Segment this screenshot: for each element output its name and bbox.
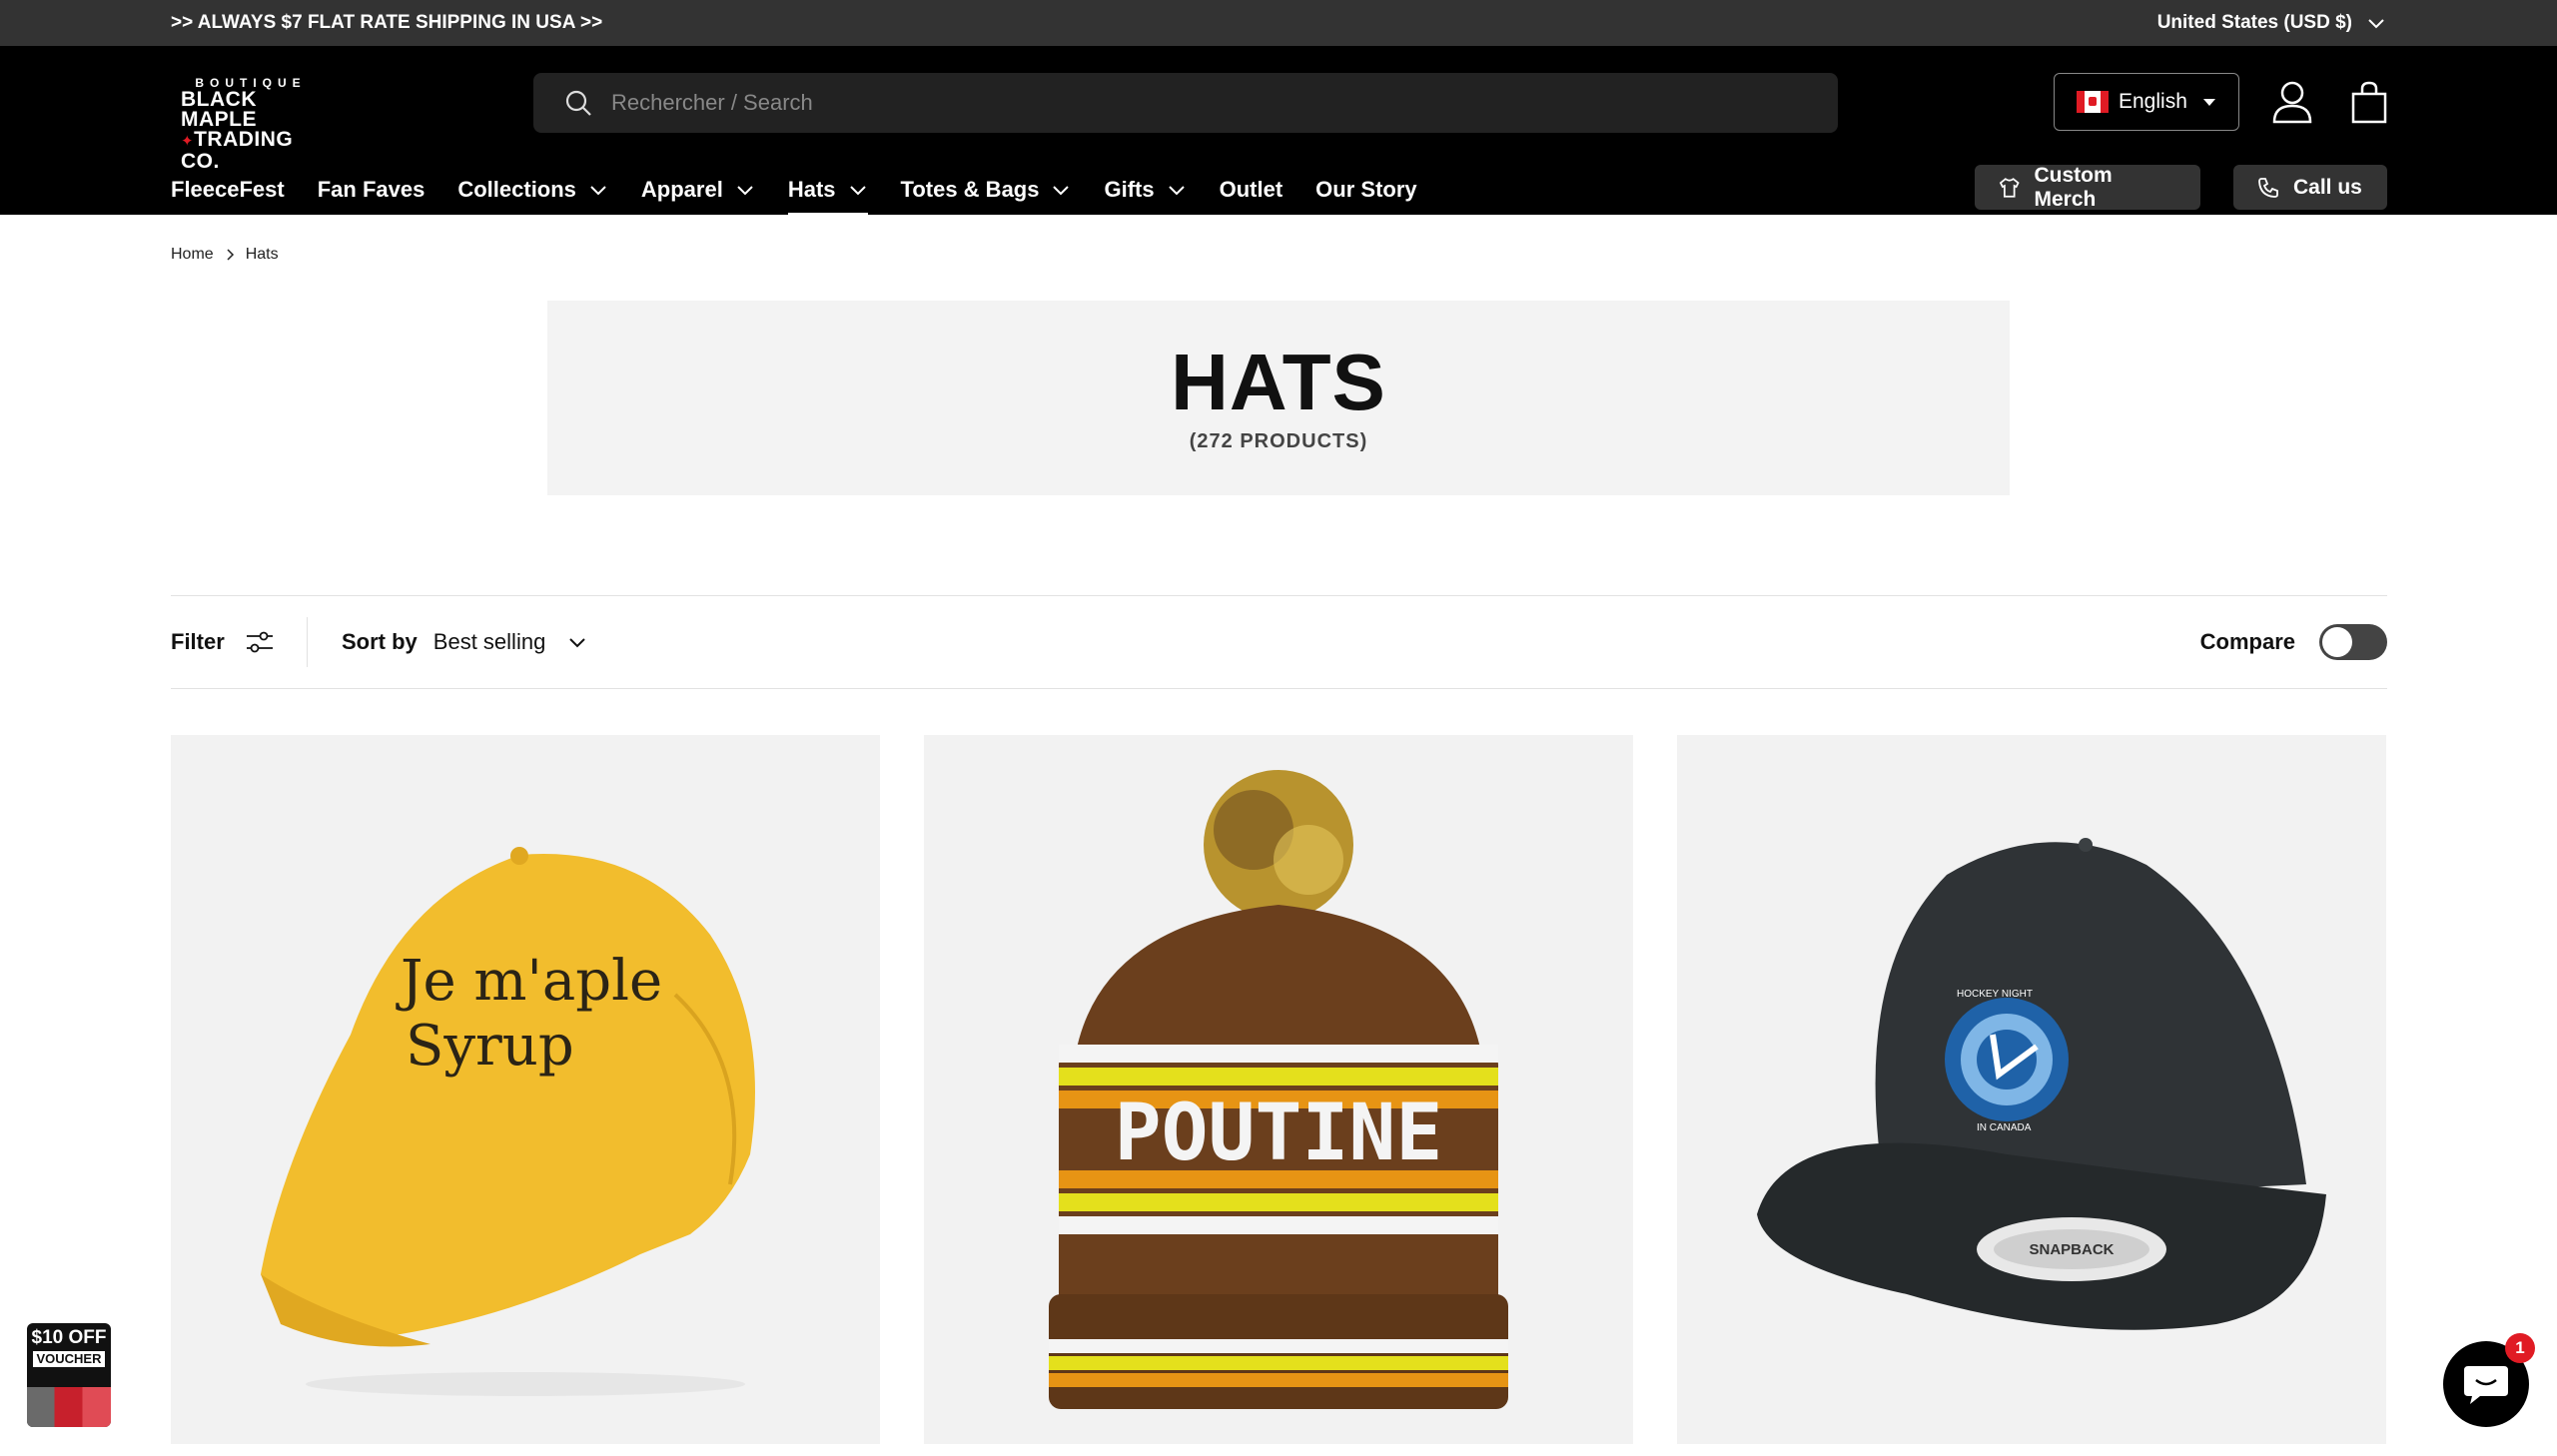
language-label: English [2119, 90, 2187, 113]
chevron-down-icon [2368, 19, 2384, 29]
chevron-down-icon [737, 186, 753, 196]
nav-label: Hats [787, 177, 836, 202]
nav-item-totes-bags[interactable]: Totes & Bags [901, 172, 1072, 208]
nav-item-gifts[interactable]: Gifts [1104, 172, 1186, 208]
compare-label: Compare [2199, 629, 2295, 654]
breadcrumb: Home Hats [171, 246, 279, 264]
store-logo[interactable]: BOUTIQUE BLACK MAPLE ✦TRADING CO. [181, 76, 331, 172]
compare-control: Compare [2200, 624, 2387, 660]
custom-merch-label: Custom Merch [2034, 163, 2113, 211]
canada-flag-icon [2077, 91, 2109, 113]
nav-label: Totes & Bags [900, 177, 1040, 202]
logo-line-2: BLACK MAPLE [181, 88, 257, 131]
voucher-image [27, 1387, 111, 1427]
nav-item-fan-faves[interactable]: Fan Faves [318, 172, 426, 208]
nav-item-apparel[interactable]: Apparel [641, 172, 755, 208]
page-title: HATS [1171, 338, 1386, 426]
poutine-beanie-image: POUTINE [1049, 770, 1508, 1409]
sort-value: Best selling [432, 629, 546, 654]
sliders-icon [246, 631, 273, 653]
voucher-amount: $10 OFF [31, 1327, 107, 1348]
chevron-down-icon [590, 186, 606, 196]
sort-select[interactable]: Sort by Best selling [342, 629, 587, 655]
snapback-label: SNAPBACK [2029, 1241, 2114, 1258]
shipping-message: >> ALWAYS $7 FLAT RATE SHIPPING IN USA >… [171, 12, 603, 33]
search-icon [565, 90, 591, 116]
nav-label: Apparel [640, 177, 723, 202]
custom-merch-button[interactable]: Custom Merch [1975, 163, 2200, 211]
chat-unread-badge: 1 [2505, 1333, 2535, 1363]
search-placeholder: Rechercher / Search [611, 90, 813, 115]
product-card[interactable]: HOCKEY NIGHT IN CANADA SNAPBACK [1677, 735, 2386, 1444]
site-header: BOUTIQUE BLACK MAPLE ✦TRADING CO. Recher… [0, 46, 2557, 216]
chevron-down-icon [569, 638, 586, 648]
nav-label: Gifts [1104, 177, 1155, 202]
nav-label: FleeceFest [171, 177, 285, 202]
nav-item-hats[interactable]: Hats [787, 172, 868, 216]
nav-label: Fan Faves [317, 177, 426, 202]
search-input[interactable]: Rechercher / Search [533, 73, 1838, 133]
nav-label: Outlet [1219, 177, 1283, 202]
call-us-label: Call us [2293, 175, 2362, 199]
filter-button[interactable]: Filter [171, 617, 308, 667]
nav-item-fleecefest[interactable]: FleeceFest [171, 172, 285, 208]
patch-text-bottom: IN CANADA [1977, 1122, 2032, 1133]
chevron-down-icon [1168, 186, 1185, 196]
yellow-cap-image: Je m'aple Syrup [261, 847, 755, 1396]
product-count: (272 PRODUCTS) [1189, 430, 1368, 452]
voucher-widget[interactable]: $10 OFF VOUCHER [27, 1323, 111, 1427]
call-us-button[interactable]: Call us [2233, 165, 2387, 210]
cap-embroidery-line-1: Je m'aple [396, 949, 662, 1014]
nav-item-our-story[interactable]: Our Story [1315, 172, 1416, 208]
sort-label: Sort by [342, 629, 418, 654]
cart-icon[interactable] [2349, 80, 2389, 124]
maple-leaf-icon: ✦ [181, 133, 195, 150]
nav-item-collections[interactable]: Collections [457, 172, 608, 208]
collection-hero: HATS (272 PRODUCTS) [547, 301, 2010, 495]
nav-item-outlet[interactable]: Outlet [1220, 172, 1283, 208]
compare-toggle[interactable] [2319, 624, 2387, 660]
main-nav: FleeceFest Fan Faves Collections Apparel… [171, 172, 1417, 216]
caret-down-icon [2202, 98, 2215, 106]
country-label: United States (USD $) [2156, 12, 2352, 33]
product-card[interactable]: POUTINE [924, 735, 1633, 1444]
phone-icon [2258, 177, 2278, 198]
nav-label: Collections [457, 177, 576, 202]
black-snapback-image: HOCKEY NIGHT IN CANADA SNAPBACK [1757, 838, 2326, 1330]
nav-label: Our Story [1315, 177, 1417, 202]
voucher-label: VOUCHER [33, 1351, 105, 1367]
beanie-knit-text: POUTINE [1115, 1089, 1443, 1178]
breadcrumb-home[interactable]: Home [171, 246, 214, 264]
breadcrumb-current: Hats [245, 246, 279, 263]
product-card[interactable]: Je m'aple Syrup [171, 735, 880, 1444]
chat-bubble-icon [2464, 1366, 2508, 1404]
logo-line-3: TRADING CO. [181, 128, 294, 173]
announcement-bar: >> ALWAYS $7 FLAT RATE SHIPPING IN USA >… [0, 0, 2557, 46]
patch-text-top: HOCKEY NIGHT [1957, 989, 2033, 1000]
language-selector[interactable]: English [2054, 73, 2239, 131]
collection-toolbar: Filter Sort by Best selling Compare [171, 595, 2387, 689]
country-selector[interactable]: United States (USD $) [2157, 12, 2386, 34]
filter-label: Filter [171, 629, 225, 654]
chevron-down-icon [849, 186, 866, 196]
chevron-right-icon [227, 249, 234, 261]
chevron-down-icon [1053, 186, 1070, 196]
account-icon[interactable] [2271, 80, 2313, 124]
cap-embroidery-line-2: Syrup [406, 1014, 574, 1079]
tshirt-icon [1999, 177, 2020, 198]
